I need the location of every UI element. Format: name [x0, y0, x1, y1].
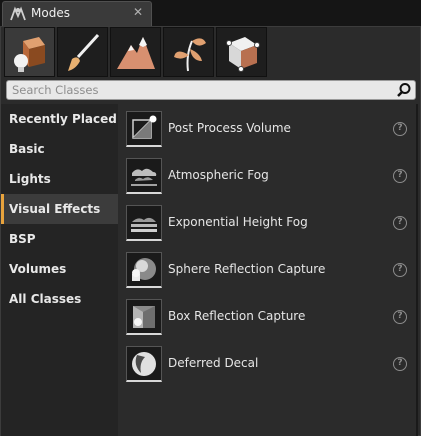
list-item-deferred-decal[interactable]: Deferred Decal ? — [118, 342, 416, 389]
modes-tab[interactable]: Modes ✕ — [2, 1, 152, 26]
scrollbar-track[interactable] — [416, 104, 418, 436]
close-icon[interactable]: ✕ — [133, 5, 143, 19]
item-label: Box Reflection Capture — [168, 309, 306, 323]
thumbnail — [126, 158, 162, 194]
mode-toolbar — [4, 27, 419, 77]
help-icon[interactable]: ? — [393, 310, 407, 324]
thumbnail — [126, 346, 162, 382]
thumbnail — [126, 205, 162, 241]
list-item-sphere-reflection-capture[interactable]: Sphere Reflection Capture ? — [118, 248, 416, 295]
geometry-cube-icon — [226, 37, 260, 72]
landscape-mode-button[interactable] — [110, 27, 161, 77]
item-label: Sphere Reflection Capture — [168, 262, 326, 276]
class-item-list: Post Process Volume ? Atmospheric Fog ? — [118, 104, 416, 436]
category-lights[interactable]: Lights — [1, 164, 118, 194]
item-label: Atmospheric Fog — [168, 168, 269, 182]
help-icon[interactable]: ? — [393, 169, 407, 183]
item-label: Post Process Volume — [168, 121, 291, 135]
search-icon[interactable] — [396, 82, 412, 98]
search-field[interactable]: Search Classes — [6, 80, 416, 100]
mountain-icon — [117, 37, 155, 69]
thumbnail — [126, 299, 162, 335]
category-list: Recently Placed Basic Lights Visual Effe… — [1, 104, 118, 436]
modes-panel: Search Classes Recently Placed Basic Lig… — [0, 26, 421, 436]
list-item-exponential-height-fog[interactable]: Exponential Height Fog ? — [118, 201, 416, 248]
deferred-decal-icon — [132, 352, 156, 376]
category-recently-placed[interactable]: Recently Placed — [1, 104, 118, 134]
tab-title: Modes — [31, 6, 70, 20]
thumbnail — [126, 252, 162, 288]
help-icon[interactable]: ? — [393, 263, 407, 277]
item-label: Exponential Height Fog — [168, 215, 308, 229]
list-item-post-process-volume[interactable]: Post Process Volume ? — [118, 107, 416, 154]
exponential-height-fog-icon — [131, 217, 157, 232]
help-icon[interactable]: ? — [393, 357, 407, 371]
box-reflection-capture-icon — [133, 306, 155, 328]
paint-brush-icon — [68, 33, 100, 71]
geometry-mode-button[interactable] — [216, 27, 267, 77]
atmospheric-fog-icon — [131, 168, 157, 186]
tab-strip: Modes ✕ — [0, 0, 421, 26]
category-all-classes[interactable]: All Classes — [1, 284, 118, 314]
category-visual-effects[interactable]: Visual Effects — [1, 194, 118, 224]
sphere-reflection-capture-icon — [132, 258, 156, 281]
place-mode-icon — [14, 37, 45, 72]
category-basic[interactable]: Basic — [1, 134, 118, 164]
place-mode-button[interactable] — [4, 27, 55, 77]
post-process-volume-icon — [132, 115, 157, 139]
leaf-icon — [174, 38, 206, 72]
help-icon[interactable]: ? — [393, 122, 407, 136]
paint-mode-button[interactable] — [57, 27, 108, 77]
list-item-atmospheric-fog[interactable]: Atmospheric Fog ? — [118, 154, 416, 201]
thumbnail — [126, 111, 162, 147]
search-input[interactable]: Search Classes — [12, 83, 99, 97]
foliage-mode-button[interactable] — [163, 27, 214, 77]
category-bsp[interactable]: BSP — [1, 224, 118, 254]
category-volumes[interactable]: Volumes — [1, 254, 118, 284]
modes-tab-icon — [10, 6, 26, 21]
item-label: Deferred Decal — [168, 356, 259, 370]
help-icon[interactable]: ? — [393, 216, 407, 230]
list-item-box-reflection-capture[interactable]: Box Reflection Capture ? — [118, 295, 416, 342]
